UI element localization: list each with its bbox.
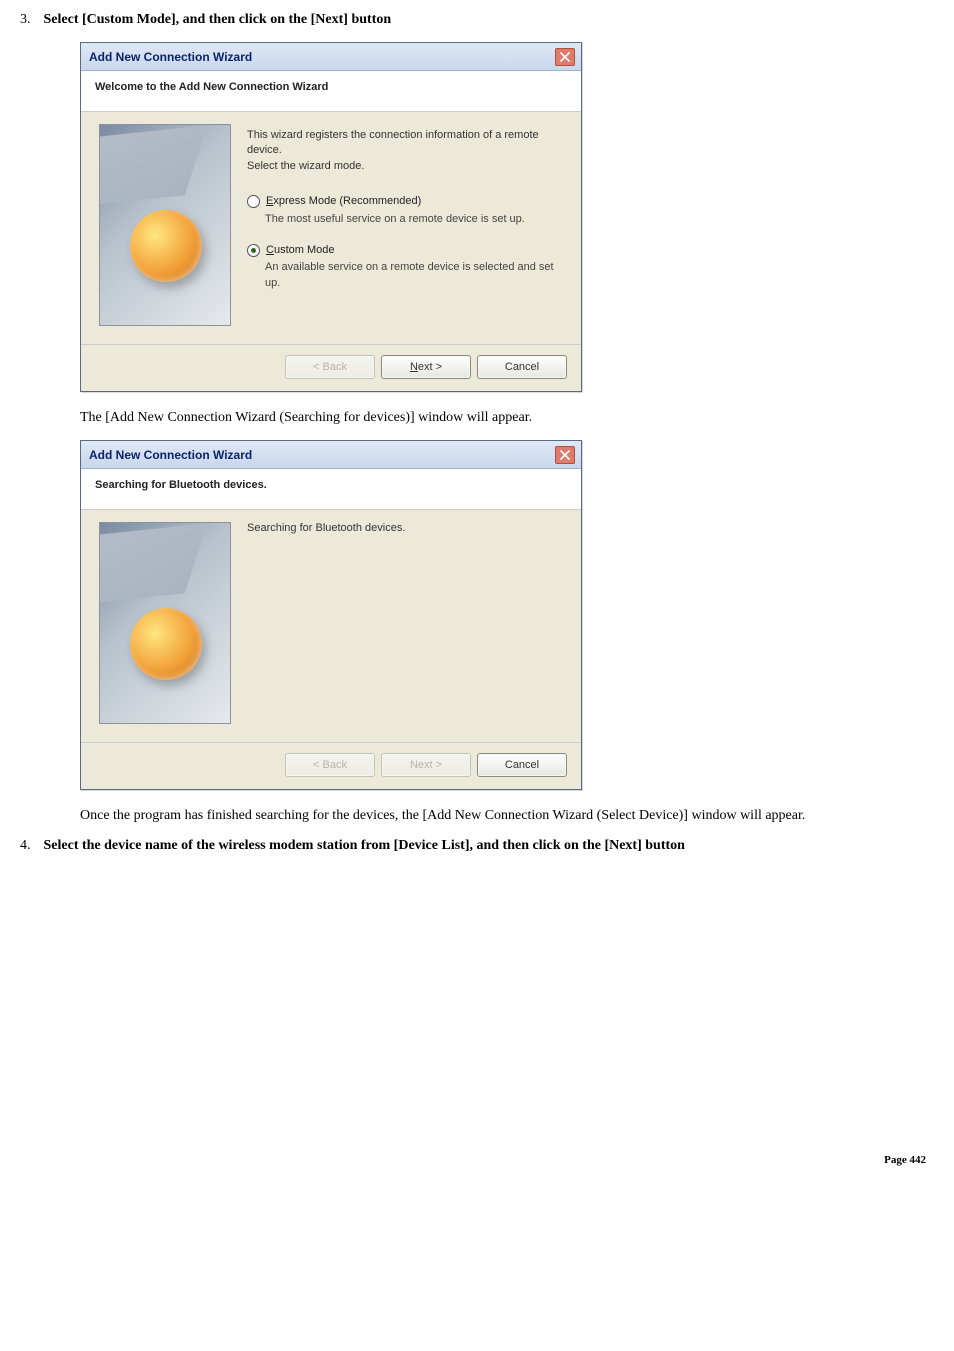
- radio-custom-desc: An available service on a remote device …: [265, 260, 563, 291]
- back-button: < Back: [285, 355, 375, 379]
- wizard-subheader: Searching for Bluetooth devices.: [81, 469, 581, 510]
- titlebar: Add New Connection Wizard: [81, 441, 581, 469]
- step-3-text: Select [Custom Mode], and then click on …: [44, 12, 392, 27]
- radio-express-desc: The most useful service on a remote devi…: [265, 212, 563, 227]
- next-button[interactable]: Next >: [381, 355, 471, 379]
- step-number: 3.: [20, 12, 40, 28]
- button-bar: < Back Next > Cancel: [81, 344, 581, 391]
- cancel-button[interactable]: Cancel: [477, 753, 567, 777]
- searching-message-area: Searching for Bluetooth devices.: [247, 522, 563, 534]
- wizard-body: This wizard registers the connection inf…: [247, 124, 563, 307]
- searching-message: Searching for Bluetooth devices.: [247, 522, 405, 534]
- wizard-graphic: [99, 124, 231, 326]
- step-3: 3. Select [Custom Mode], and then click …: [20, 12, 934, 28]
- step-number: 4.: [20, 838, 40, 854]
- wizard-searching: Add New Connection Wizard Searching for …: [80, 440, 582, 790]
- button-bar: < Back Next > Cancel: [81, 742, 581, 789]
- page-footer: Page 442: [20, 1154, 934, 1166]
- window-title: Add New Connection Wizard: [89, 50, 252, 64]
- radio-icon: [247, 244, 260, 257]
- close-icon[interactable]: [555, 446, 575, 464]
- paragraph-2: Once the program has finished searching …: [80, 808, 934, 824]
- titlebar: Add New Connection Wizard: [81, 43, 581, 71]
- radio-express-label: Express Mode (Recommended): [266, 194, 421, 209]
- radio-custom-label: Custom Mode: [266, 243, 334, 258]
- back-button: < Back: [285, 753, 375, 777]
- step-4: 4. Select the device name of the wireles…: [20, 838, 934, 854]
- paragraph-1: The [Add New Connection Wizard (Searchin…: [80, 410, 934, 426]
- window-title: Add New Connection Wizard: [89, 448, 252, 462]
- wizard-welcome: Add New Connection Wizard Welcome to the…: [80, 42, 582, 392]
- intro-line-1: This wizard registers the connection inf…: [247, 128, 563, 159]
- wizard-graphic: [99, 522, 231, 724]
- step-4-text: Select the device name of the wireless m…: [44, 838, 685, 853]
- radio-icon: [247, 195, 260, 208]
- intro-line-2: Select the wizard mode.: [247, 159, 563, 174]
- wizard-subheader: Welcome to the Add New Connection Wizard: [81, 71, 581, 112]
- radio-express[interactable]: Express Mode (Recommended): [247, 194, 563, 209]
- close-icon[interactable]: [555, 48, 575, 66]
- next-button: Next >: [381, 753, 471, 777]
- radio-custom[interactable]: Custom Mode: [247, 243, 563, 258]
- cancel-button[interactable]: Cancel: [477, 355, 567, 379]
